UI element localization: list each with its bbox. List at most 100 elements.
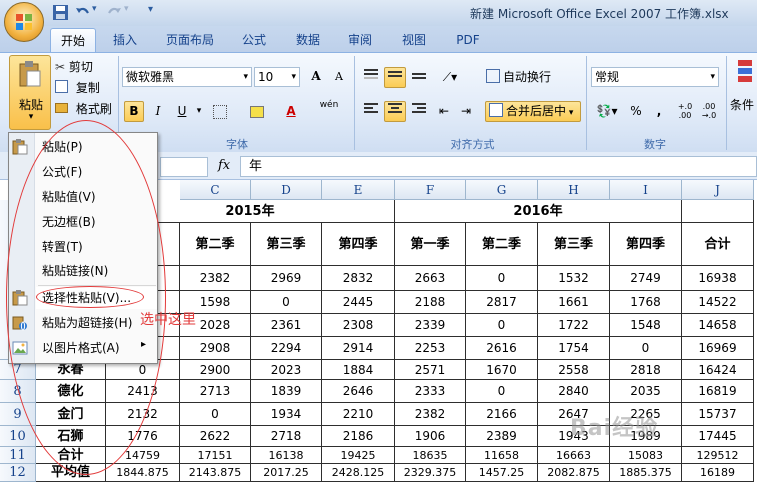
tab-view[interactable]: 视图 — [394, 28, 434, 52]
office-button[interactable] — [4, 2, 44, 42]
table-cell-header[interactable]: 第一季 — [395, 223, 466, 266]
decrease-indent-button[interactable]: ⇤ — [434, 101, 454, 122]
table-cell[interactable]: 2558 — [538, 360, 610, 380]
conditional-format-icon[interactable] — [736, 58, 754, 86]
table-cell[interactable]: 2428.125 — [322, 464, 395, 482]
table-cell[interactable]: 2663 — [395, 266, 466, 291]
table-cell[interactable] — [682, 200, 754, 223]
align-middle-button[interactable] — [384, 67, 406, 88]
align-center-button[interactable] — [384, 101, 406, 122]
table-cell[interactable]: 2082.875 — [538, 464, 610, 482]
table-cell[interactable]: 17151 — [180, 447, 251, 464]
table-cell[interactable]: 2616 — [466, 337, 538, 360]
formula-input[interactable]: 年 — [240, 156, 757, 177]
fill-color-button[interactable] — [246, 101, 268, 122]
table-cell[interactable]: 2622 — [180, 426, 251, 447]
table-cell[interactable]: 2840 — [538, 380, 610, 403]
currency-button[interactable]: 💱▾ — [592, 101, 622, 122]
table-cell[interactable]: 16819 — [682, 380, 754, 403]
table-cell[interactable]: 17445 — [682, 426, 754, 447]
row-header[interactable]: 10 — [0, 426, 36, 447]
column-header[interactable]: J — [682, 180, 754, 200]
table-cell[interactable]: 2718 — [251, 426, 322, 447]
align-bottom-button[interactable] — [408, 67, 430, 88]
table-cell[interactable]: 2818 — [610, 360, 682, 380]
table-cell[interactable]: 0 — [466, 266, 538, 291]
decrease-decimal-button[interactable]: .00 →.0 — [698, 101, 720, 122]
table-cell[interactable]: 16938 — [682, 266, 754, 291]
table-cell-year[interactable]: 2016年 — [395, 200, 682, 223]
table-cell-header[interactable]: 第四季 — [610, 223, 682, 266]
save-icon[interactable] — [52, 4, 69, 21]
table-cell-header[interactable]: 第三季 — [251, 223, 322, 266]
column-header[interactable]: F — [395, 180, 466, 200]
paste-button[interactable]: 粘贴 ▾ — [9, 55, 51, 130]
table-cell[interactable]: 1548 — [610, 314, 682, 337]
table-cell[interactable]: 16189 — [682, 464, 754, 482]
table-cell[interactable]: 1885.375 — [610, 464, 682, 482]
align-left-button[interactable] — [360, 101, 382, 122]
increase-decimal-button[interactable]: +.0.00 — [674, 101, 696, 122]
align-right-button[interactable] — [408, 101, 430, 122]
table-cell-header[interactable]: 合计 — [682, 223, 754, 266]
table-cell[interactable]: 1934 — [251, 403, 322, 426]
table-cell[interactable]: 2333 — [395, 380, 466, 403]
table-cell[interactable]: 2382 — [395, 403, 466, 426]
column-header[interactable]: I — [610, 180, 682, 200]
tab-formulas[interactable]: 公式 — [234, 28, 274, 52]
redo-dropdown-icon[interactable]: ▾ — [124, 4, 141, 21]
name-box[interactable] — [160, 157, 208, 177]
table-cell[interactable]: 2382 — [180, 266, 251, 291]
column-header[interactable]: H — [538, 180, 610, 200]
table-cell[interactable]: 0 — [610, 337, 682, 360]
table-cell[interactable]: 2186 — [322, 426, 395, 447]
increase-indent-button[interactable]: ⇥ — [456, 101, 476, 122]
font-name-select[interactable]: 微软雅黑 ▾ — [122, 67, 252, 87]
table-cell[interactable]: 1906 — [395, 426, 466, 447]
copy-button[interactable]: 复制 — [55, 79, 115, 97]
tab-pdf[interactable]: PDF — [448, 28, 488, 52]
table-cell[interactable]: 2035 — [610, 380, 682, 403]
redo-icon[interactable] — [106, 4, 123, 21]
column-header[interactable]: C — [180, 180, 251, 200]
table-cell[interactable]: 16969 — [682, 337, 754, 360]
underline-dropdown-icon[interactable]: ▾ — [194, 101, 204, 122]
table-cell[interactable]: 1839 — [251, 380, 322, 403]
column-header[interactable]: D — [251, 180, 322, 200]
align-top-button[interactable] — [360, 67, 382, 88]
table-cell[interactable]: 0 — [466, 314, 538, 337]
conditional-format-label[interactable]: 条件 — [730, 96, 757, 113]
column-header[interactable]: G — [466, 180, 538, 200]
row-header[interactable]: 11 — [0, 447, 36, 464]
table-cell[interactable]: 2914 — [322, 337, 395, 360]
table-cell-header[interactable]: 第二季 — [466, 223, 538, 266]
tab-insert[interactable]: 插入 — [106, 28, 144, 52]
customize-toolbar-icon[interactable]: ▾ — [148, 4, 165, 21]
table-cell[interactable]: 2339 — [395, 314, 466, 337]
table-cell[interactable]: 16663 — [538, 447, 610, 464]
tab-home[interactable]: 开始 — [50, 28, 96, 52]
table-cell[interactable]: 2900 — [180, 360, 251, 380]
orientation-button[interactable]: ⟋▾ — [436, 67, 464, 88]
table-cell[interactable]: 1661 — [538, 291, 610, 314]
table-cell[interactable]: 1532 — [538, 266, 610, 291]
table-cell[interactable]: 2908 — [180, 337, 251, 360]
column-header[interactable]: E — [322, 180, 395, 200]
table-cell[interactable]: 1670 — [466, 360, 538, 380]
table-cell-header[interactable]: 第二季 — [180, 223, 251, 266]
table-cell[interactable]: 2166 — [466, 403, 538, 426]
table-cell[interactable]: 2294 — [251, 337, 322, 360]
insert-function-icon[interactable]: fx — [218, 158, 238, 176]
table-cell[interactable]: 2143.875 — [180, 464, 251, 482]
table-cell[interactable]: 1457.25 — [466, 464, 538, 482]
table-cell-header[interactable]: 第三季 — [538, 223, 610, 266]
merge-center-button[interactable]: 合并后居中 ▾ — [485, 101, 581, 122]
table-cell[interactable]: 0 — [251, 291, 322, 314]
table-cell[interactable]: 1754 — [538, 337, 610, 360]
table-cell[interactable]: 14658 — [682, 314, 754, 337]
comma-button[interactable]: , — [650, 101, 668, 122]
table-cell[interactable]: 2713 — [180, 380, 251, 403]
number-format-select[interactable]: 常规 ▾ — [591, 67, 719, 87]
table-cell[interactable]: 2361 — [251, 314, 322, 337]
wrap-text-button[interactable]: 自动换行 — [485, 67, 565, 88]
